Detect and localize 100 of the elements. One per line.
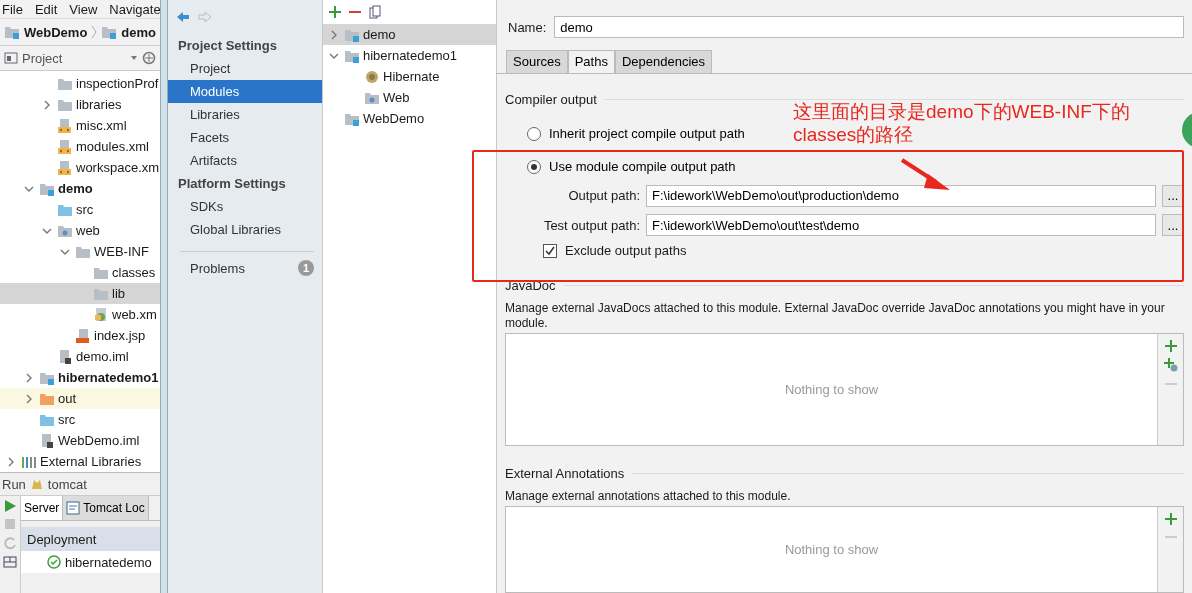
tree-row[interactable]: demo bbox=[0, 178, 160, 199]
name-field[interactable]: demo bbox=[554, 16, 1184, 39]
menu-item[interactable]: Navigate bbox=[109, 1, 160, 17]
sidebar-item[interactable]: SDKs bbox=[168, 195, 322, 218]
project-icon bbox=[4, 51, 18, 65]
menu-item[interactable]: File bbox=[2, 1, 23, 17]
tab[interactable]: Dependencies bbox=[614, 49, 713, 73]
tree-item-label: web.xm bbox=[112, 307, 157, 322]
column-header: Deployment bbox=[21, 527, 160, 551]
tree-item-label: demo.iml bbox=[76, 349, 129, 364]
tree-item-label: inspectionProf bbox=[76, 76, 159, 91]
tree-row[interactable]: web bbox=[0, 220, 160, 241]
xml-file-icon bbox=[57, 159, 73, 176]
tree-row[interactable]: classes bbox=[0, 262, 160, 283]
tree-item-label: External Libraries bbox=[40, 454, 142, 469]
tree-item-label: index.jsp bbox=[94, 328, 146, 343]
breadcrumb-item[interactable]: demo bbox=[121, 24, 156, 40]
tree-row[interactable]: inspectionProf bbox=[0, 73, 160, 94]
file-icon bbox=[57, 348, 73, 365]
copy-icon[interactable] bbox=[369, 5, 381, 19]
breadcrumb-item[interactable]: WebDemo bbox=[24, 24, 88, 40]
add-icon[interactable] bbox=[1164, 340, 1177, 353]
tree-item-label: hibernatedemo1 bbox=[58, 370, 159, 385]
run-icon[interactable] bbox=[4, 500, 16, 512]
add-icon[interactable] bbox=[1164, 512, 1177, 525]
xml-file-icon bbox=[93, 306, 109, 323]
tree-row[interactable]: Hibernate bbox=[323, 66, 496, 87]
path-field[interactable]: F:\idework\WebDemo\out\production\demo bbox=[646, 184, 1156, 207]
dropdown-icon[interactable] bbox=[130, 54, 138, 62]
tree-item-label: WebDemo bbox=[363, 111, 425, 126]
add-icon[interactable] bbox=[329, 6, 341, 18]
file-icon bbox=[39, 432, 55, 449]
checkbox[interactable]: Exclude output paths bbox=[543, 239, 687, 263]
browse-button[interactable]: ... bbox=[1162, 214, 1184, 237]
run-config-label: tomcat bbox=[47, 476, 87, 492]
tree-row[interactable]: Web bbox=[323, 87, 496, 108]
tree-row[interactable]: demo.iml bbox=[0, 346, 160, 367]
tree-row[interactable]: web.xm bbox=[0, 304, 160, 325]
annotation-text: 这里面的目录是demo下的WEB-INF下的classes的路径 bbox=[793, 100, 1131, 146]
tree-item-label: WEB-INF bbox=[94, 244, 149, 259]
add-file-icon[interactable] bbox=[1163, 358, 1178, 373]
tree-item-label: demo bbox=[58, 181, 93, 196]
section-title: External Annotations bbox=[505, 465, 625, 481]
hibernate-icon bbox=[364, 68, 380, 85]
tab[interactable]: Tomcat Loc bbox=[63, 496, 149, 520]
sidebar-item[interactable]: Global Libraries bbox=[168, 218, 322, 241]
tree-row[interactable]: src bbox=[0, 199, 160, 220]
browse-button[interactable]: ... bbox=[1162, 184, 1184, 207]
panel-title: Project bbox=[22, 50, 63, 66]
tree-item-label: hibernatedemo1 bbox=[363, 48, 457, 63]
sidebar-item[interactable]: Facets bbox=[168, 126, 322, 149]
tree-row[interactable]: src bbox=[0, 409, 160, 430]
sidebar-item[interactable]: Artifacts bbox=[168, 149, 322, 172]
tree-item-label: Hibernate bbox=[383, 69, 440, 84]
panel-title: Run bbox=[2, 476, 26, 492]
log-icon bbox=[66, 501, 81, 515]
tree-row[interactable]: WebDemo.iml bbox=[0, 430, 160, 451]
menu-item[interactable]: Edit bbox=[34, 1, 58, 17]
tree-item-label: out bbox=[58, 391, 77, 406]
tree-row[interactable]: demo bbox=[323, 24, 496, 45]
sidebar-item[interactable]: Modules bbox=[168, 80, 322, 103]
radio-button[interactable]: Inherit project compile output path bbox=[527, 122, 745, 146]
target-icon[interactable] bbox=[142, 51, 156, 65]
path-field[interactable]: F:\idework\WebDemo\out\test\demo bbox=[646, 214, 1156, 237]
tree-row[interactable]: hibernatedemo1 bbox=[323, 45, 496, 66]
tree-row[interactable]: index.jsp bbox=[0, 325, 160, 346]
xml-file-icon bbox=[57, 138, 73, 155]
tab[interactable]: Paths bbox=[567, 49, 615, 73]
field-label: Output path: bbox=[567, 188, 640, 204]
tree-item-label: libraries bbox=[76, 97, 122, 112]
layout-icon[interactable] bbox=[3, 556, 17, 568]
sidebar-item[interactable]: Problems bbox=[190, 260, 298, 276]
tree-row[interactable]: misc.xml bbox=[0, 115, 160, 136]
tree-row[interactable]: WEB-INF bbox=[0, 241, 160, 262]
tree-item-label: misc.xml bbox=[76, 118, 127, 133]
tab[interactable]: Sources bbox=[506, 49, 568, 73]
tree-row[interactable]: lib bbox=[0, 283, 160, 304]
tree-item-label: WebDemo.iml bbox=[58, 433, 140, 448]
tree-row[interactable]: modules.xml bbox=[0, 136, 160, 157]
separator-icon bbox=[91, 25, 98, 39]
tree-row[interactable]: out bbox=[0, 388, 160, 409]
tree-row[interactable]: libraries bbox=[0, 94, 160, 115]
description: Manage external annotations attached to this module. bbox=[505, 488, 792, 504]
tree-row[interactable]: External Libraries bbox=[0, 451, 160, 472]
empty-text: Nothing to show bbox=[783, 540, 880, 559]
field-label: Name: bbox=[508, 19, 547, 35]
back-arrow-icon[interactable] bbox=[176, 11, 190, 23]
radio-button[interactable]: Use module compile output path bbox=[527, 155, 736, 179]
tree-item-label: classes bbox=[112, 265, 156, 280]
sidebar-item[interactable]: Libraries bbox=[168, 103, 322, 126]
menu-item[interactable]: View bbox=[69, 1, 98, 17]
count-badge: 1 bbox=[298, 260, 314, 276]
sidebar-item[interactable]: Project bbox=[168, 57, 322, 80]
tab[interactable]: Server bbox=[21, 496, 64, 520]
jsp-file-icon bbox=[75, 327, 91, 344]
tree-row[interactable]: WebDemo bbox=[323, 108, 496, 129]
xml-file-icon bbox=[57, 117, 73, 134]
tree-item-label: web bbox=[76, 223, 100, 238]
tree-row[interactable]: workspace.xm bbox=[0, 157, 160, 178]
tree-row[interactable]: hibernatedemo1 bbox=[0, 367, 160, 388]
